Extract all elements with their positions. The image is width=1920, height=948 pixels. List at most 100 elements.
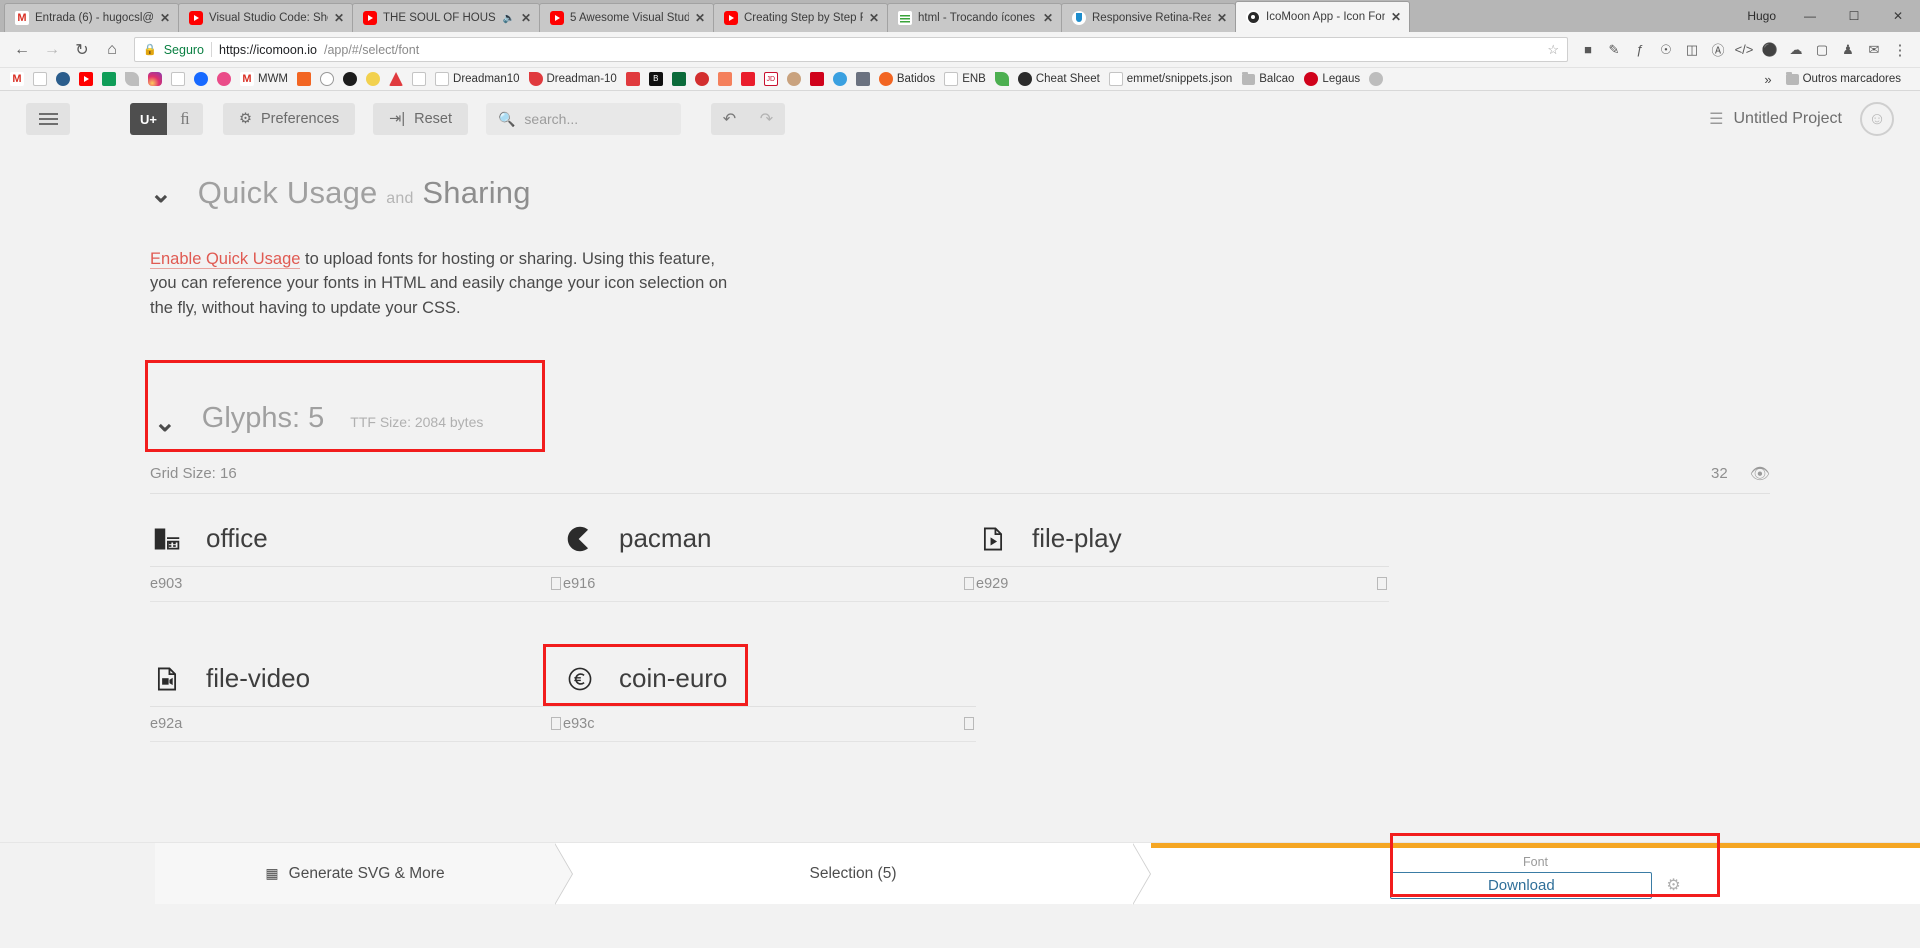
bookmark-item[interactable] xyxy=(991,71,1013,87)
bookmark-item[interactable] xyxy=(714,71,736,87)
extension-function-icon[interactable]: ƒ xyxy=(1628,38,1652,62)
bookmark-item[interactable] xyxy=(362,71,384,87)
browser-tab[interactable]: Responsive Retina-Ready ✕ xyxy=(1061,3,1236,32)
preferences-button[interactable]: ⚙ Preferences xyxy=(222,103,356,135)
glyph-code-row[interactable]: e916 xyxy=(563,567,976,602)
glyph-code[interactable]: e93c xyxy=(563,716,964,732)
bookmark-item[interactable] xyxy=(190,71,212,87)
close-icon[interactable]: ✕ xyxy=(869,12,879,24)
project-selector[interactable]: ☰ Untitled Project xyxy=(1709,109,1842,129)
bookmark-star-icon[interactable]: ☆ xyxy=(1547,42,1559,58)
bookmark-item[interactable] xyxy=(167,71,189,87)
browser-menu-icon[interactable]: ⋮ xyxy=(1888,41,1912,59)
browser-tab[interactable]: html - Trocando ícones n ✕ xyxy=(887,3,1062,32)
eye-icon[interactable]: 👁 xyxy=(1750,464,1770,484)
bookmarks-overflow-icon[interactable]: » xyxy=(1756,72,1779,87)
bookmark-item[interactable] xyxy=(806,71,828,87)
browser-tab[interactable]: Entrada (6) - hugocsl@g ✕ xyxy=(4,3,179,32)
extension-a-icon[interactable]: Ⓐ xyxy=(1706,38,1730,62)
bookmark-item[interactable] xyxy=(668,71,690,87)
close-window-button[interactable]: ✕ xyxy=(1876,1,1920,31)
close-icon[interactable]: ✕ xyxy=(334,12,344,24)
bookmark-item[interactable]: Legaus xyxy=(1300,71,1364,87)
glyph-code[interactable]: e916 xyxy=(563,576,964,592)
bookmark-item[interactable]: Batidos xyxy=(875,71,939,87)
bookmark-item[interactable] xyxy=(829,71,851,87)
reset-button[interactable]: ⇥| Reset xyxy=(373,103,468,135)
undo-button[interactable]: ↶ xyxy=(710,103,748,135)
mute-icon[interactable]: 🔈 xyxy=(502,13,514,24)
glyphs-header[interactable]: ⌄ Glyphs: 5 TTF Size: 2084 bytes xyxy=(154,402,483,435)
bookmark-item[interactable] xyxy=(783,71,805,87)
bookmark-item[interactable] xyxy=(98,71,120,87)
browser-tab[interactable]: 5 Awesome Visual Studio ✕ xyxy=(539,3,714,32)
address-bar[interactable]: 🔒 Seguro https://icomoon.io/app/#/select… xyxy=(134,37,1568,62)
bookmark-item[interactable] xyxy=(339,71,361,87)
glyph-code-row[interactable]: e929 xyxy=(976,567,1389,602)
extension-briefcase-icon[interactable]: ◫ xyxy=(1680,38,1704,62)
extension-circle-icon[interactable]: ⚫ xyxy=(1758,38,1782,62)
bookmark-item[interactable] xyxy=(6,71,28,87)
bookmark-item[interactable] xyxy=(408,71,430,87)
bookmark-item[interactable] xyxy=(316,71,338,87)
glyph-item[interactable]: office e903 xyxy=(150,522,563,602)
browser-tab[interactable]: THE SOUL OF HOUSE 🔈 ✕ xyxy=(352,3,540,32)
bookmark-item[interactable] xyxy=(293,71,315,87)
extension-square-icon[interactable]: ▢ xyxy=(1810,38,1834,62)
bookmark-item[interactable]: Dreadman10 xyxy=(431,71,523,87)
bookmark-item[interactable] xyxy=(622,71,644,87)
profile-name[interactable]: Hugo xyxy=(1735,0,1788,32)
back-icon[interactable]: ← xyxy=(8,36,36,64)
bookmark-folder[interactable]: Balcao xyxy=(1237,71,1299,86)
redo-button[interactable]: ↷ xyxy=(747,103,785,135)
bookmark-item[interactable]: ENB xyxy=(940,71,990,87)
extension-puzzle-icon[interactable]: ■ xyxy=(1576,38,1600,62)
extension-hat-icon[interactable]: ♟ xyxy=(1836,38,1860,62)
close-icon[interactable]: ✕ xyxy=(160,12,170,24)
bookmark-item[interactable] xyxy=(75,71,97,87)
glyph-item[interactable]: file-play e929 xyxy=(976,522,1389,602)
bookmark-item[interactable] xyxy=(144,71,166,87)
close-icon[interactable]: ✕ xyxy=(1217,12,1227,24)
bookmark-item[interactable] xyxy=(121,71,143,87)
bookmark-item[interactable]: B xyxy=(645,71,667,87)
maximize-button[interactable]: ☐ xyxy=(1832,1,1876,31)
browser-tab[interactable]: Creating Step by Step Fe ✕ xyxy=(713,3,888,32)
bookmark-item[interactable]: Cheat Sheet xyxy=(1014,71,1104,87)
generate-svg-button[interactable]: ▦ Generate SVG & More xyxy=(155,843,555,904)
browser-tab[interactable]: Visual Studio Code: Shor ✕ xyxy=(178,3,353,32)
close-icon[interactable]: ✕ xyxy=(1043,12,1053,24)
search-input[interactable]: 🔍 search... xyxy=(485,103,681,135)
bookmark-item[interactable] xyxy=(737,71,759,87)
browser-tab-active[interactable]: IcoMoon App - Icon Font ✕ xyxy=(1235,1,1410,32)
extension-pencil-icon[interactable]: ✎ xyxy=(1602,38,1626,62)
grid-size-label[interactable]: Grid Size: 16 xyxy=(150,465,237,482)
home-icon[interactable]: ⌂ xyxy=(98,36,126,64)
unicode-toggle-button[interactable]: U+ xyxy=(130,103,167,135)
glyph-code-row[interactable]: e93c xyxy=(563,707,976,742)
bookmark-item[interactable] xyxy=(213,71,235,87)
bookmark-item[interactable] xyxy=(1365,71,1387,87)
chevron-down-icon[interactable]: ⌄ xyxy=(154,409,176,435)
quick-usage-header[interactable]: ⌄ Quick Usage and Sharing xyxy=(150,147,1770,211)
bookmark-item[interactable]: MWM xyxy=(236,71,292,87)
avatar[interactable]: ☺ xyxy=(1860,102,1894,136)
bookmark-item[interactable]: JD xyxy=(760,71,782,87)
forward-icon[interactable]: → xyxy=(38,36,66,64)
bookmark-item[interactable] xyxy=(52,71,74,87)
extension-mail-icon[interactable]: ✉ xyxy=(1862,38,1886,62)
hamburger-icon[interactable] xyxy=(26,103,70,135)
bookmark-item[interactable]: Dreadman-10 xyxy=(525,71,621,87)
chevron-down-icon[interactable]: ⌄ xyxy=(150,180,172,206)
glyph-code[interactable]: e929 xyxy=(976,576,1377,592)
minimize-button[interactable]: — xyxy=(1788,1,1832,31)
bookmark-item[interactable] xyxy=(691,71,713,87)
bookmark-item[interactable] xyxy=(385,71,407,87)
glyph-code[interactable]: e903 xyxy=(150,576,551,592)
bookmark-item[interactable]: emmet/snippets.json xyxy=(1105,71,1236,87)
glyph-item[interactable]: file-video e92a xyxy=(150,662,563,742)
extension-bell-icon[interactable]: ☉ xyxy=(1654,38,1678,62)
bookmark-item[interactable] xyxy=(29,71,51,87)
glyph-item[interactable]: coin-euro e93c xyxy=(543,643,976,742)
extension-cloud-icon[interactable]: ☁ xyxy=(1784,38,1808,62)
